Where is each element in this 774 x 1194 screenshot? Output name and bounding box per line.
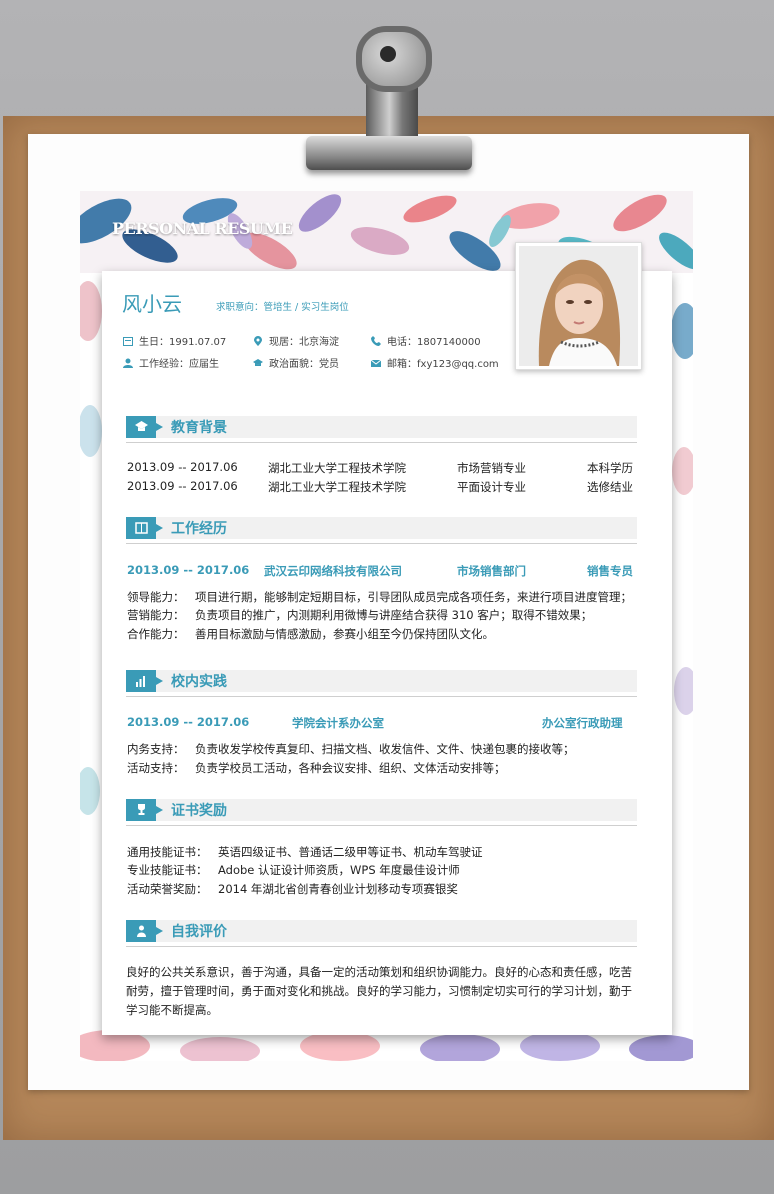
bar-chart-icon bbox=[126, 670, 163, 692]
profile-photo bbox=[515, 242, 642, 370]
banner-title: PERSONAL RESUME bbox=[112, 219, 293, 238]
edu-degree: 本科学历 bbox=[587, 461, 633, 475]
work-role: 销售专员 bbox=[587, 564, 633, 578]
self-evaluation-text: 良好的公共关系意识，善于沟通，具备一定的活动策划和组织协调能力。良好的心态和责任… bbox=[126, 965, 632, 1017]
phone-icon bbox=[371, 335, 381, 346]
graduation-cap-icon bbox=[253, 358, 263, 366]
edu-major: 市场营销专业 bbox=[457, 461, 526, 475]
edu-school: 湖北工业大学工程技术学院 bbox=[268, 480, 406, 494]
work-item-text: 负责项目的推广，内测期利用微博与讲座结合获得 310 客户；取得不错效果； bbox=[195, 608, 593, 622]
campus-item-text: 负责学校员工活动，各种会议安排、组织、文体活动安排等； bbox=[195, 761, 506, 775]
job-intent: 求职意向：管培生 / 实习生岗位 bbox=[216, 302, 349, 313]
book-icon bbox=[126, 517, 163, 539]
cert-text: 英语四级证书、普通话二级甲等证书、机动车驾驶证 bbox=[218, 845, 483, 859]
cert-label: 活动荣誉奖励： bbox=[127, 882, 208, 896]
work-date: 2013.09 -- 2017.06 bbox=[127, 563, 250, 577]
edu-date: 2013.09 -- 2017.06 bbox=[127, 460, 238, 474]
edu-date: 2013.09 -- 2017.06 bbox=[127, 479, 238, 493]
work-item-text: 项目进行期，能够制定短期目标，引导团队成员完成各项任务，来进行项目进度管理； bbox=[195, 590, 632, 604]
info-email: 邮箱：fxy123@qq.com bbox=[371, 355, 499, 370]
binder-clip bbox=[296, 26, 482, 176]
phone-text: 电话：1807140000 bbox=[387, 337, 481, 348]
work-item-text: 善用目标激励与情感激励，参赛小组至今仍保持团队文化。 bbox=[195, 627, 494, 641]
cert-label: 专业技能证书： bbox=[127, 863, 208, 877]
info-phone: 电话：1807140000 bbox=[371, 333, 481, 348]
experience-text: 工作经验：应届生 bbox=[139, 359, 219, 370]
campus-org: 学院会计系办公室 bbox=[292, 716, 384, 730]
section-title: 教育背景 bbox=[171, 420, 227, 436]
info-experience: 工作经验：应届生 bbox=[123, 355, 219, 370]
calendar-icon bbox=[123, 336, 133, 346]
political-text: 政治面貌：党员 bbox=[269, 359, 339, 370]
campus-role: 办公室行政助理 bbox=[542, 716, 623, 730]
campus-item-label: 内务支持： bbox=[127, 742, 185, 756]
section-work: 工作经历 bbox=[126, 517, 637, 547]
person-icon bbox=[126, 920, 163, 942]
info-political: 政治面貌：党员 bbox=[253, 355, 339, 370]
work-company: 武汉云印网络科技有限公司 bbox=[264, 564, 402, 578]
email-icon bbox=[371, 359, 381, 367]
section-certs: 证书奖励 bbox=[126, 799, 637, 829]
portrait-image bbox=[519, 246, 638, 366]
birth-text: 生日：1991.07.07 bbox=[139, 337, 227, 348]
edu-degree: 选修结业 bbox=[587, 480, 633, 494]
person-icon bbox=[123, 358, 133, 368]
email-text: 邮箱：fxy123@qq.com bbox=[387, 359, 499, 370]
edu-major: 平面设计专业 bbox=[457, 480, 526, 494]
location-text: 现居：北京海淀 bbox=[269, 337, 339, 348]
edu-school: 湖北工业大学工程技术学院 bbox=[268, 461, 406, 475]
campus-item-text: 负责收发学校传真复印、扫描文档、收发信件、文件、快递包裹的接收等； bbox=[195, 742, 575, 756]
work-item-label: 合作能力： bbox=[127, 627, 185, 641]
cert-label: 通用技能证书： bbox=[127, 845, 208, 859]
info-location: 现居：北京海淀 bbox=[253, 333, 339, 348]
section-title: 自我评价 bbox=[171, 924, 227, 940]
cert-text: 2014 年湖北省创青春创业计划移动专项赛银奖 bbox=[218, 882, 458, 896]
section-campus: 校内实践 bbox=[126, 670, 637, 700]
work-item-label: 领导能力： bbox=[127, 590, 185, 604]
work-item-label: 营销能力： bbox=[127, 608, 185, 622]
graduation-cap-icon bbox=[126, 416, 163, 438]
section-title: 证书奖励 bbox=[171, 803, 227, 819]
candidate-name: 风小云 bbox=[122, 292, 182, 316]
work-dept: 市场销售部门 bbox=[457, 564, 526, 578]
campus-item-label: 活动支持： bbox=[127, 761, 185, 775]
location-pin-icon bbox=[254, 335, 262, 346]
section-education: 教育背景 bbox=[126, 416, 637, 446]
campus-date: 2013.09 -- 2017.06 bbox=[127, 715, 250, 729]
info-birth: 生日：1991.07.07 bbox=[123, 333, 226, 348]
section-title: 工作经历 bbox=[171, 521, 227, 537]
trophy-icon bbox=[126, 799, 163, 821]
cert-text: Adobe 认证设计师资质，WPS 年度最佳设计师 bbox=[218, 863, 460, 877]
section-self: 自我评价 bbox=[126, 920, 637, 950]
section-title: 校内实践 bbox=[171, 674, 227, 690]
